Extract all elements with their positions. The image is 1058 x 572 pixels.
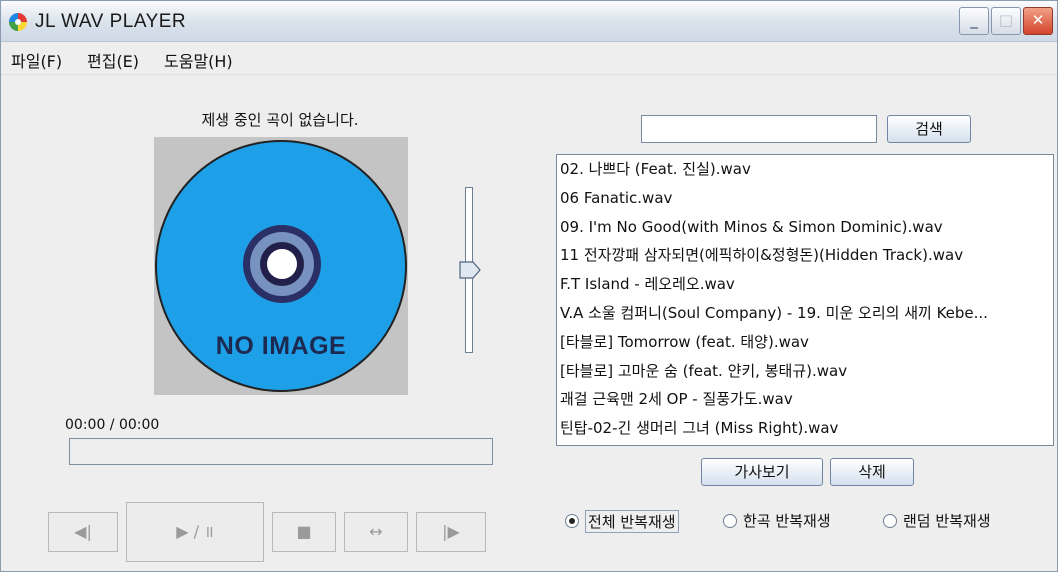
menu-help[interactable]: 도움말(H)	[164, 48, 233, 72]
search-input[interactable]	[641, 115, 877, 143]
radio-circle[interactable]	[723, 514, 737, 528]
maximize-button[interactable]: □	[991, 7, 1021, 35]
radio-label-repeat-one: 한곡 반복재생	[743, 512, 831, 530]
play-pause-button[interactable]: ▶ / ॥	[126, 502, 264, 562]
radio-selected-dot	[569, 518, 575, 524]
playlist-item[interactable]: [타블로] 고마운 숨 (feat. 얀키, 봉태규).wav	[557, 357, 1053, 386]
album-art: NO IMAGE	[154, 137, 408, 395]
next-button[interactable]: |▶	[416, 512, 486, 552]
app-logo-icon	[9, 13, 27, 31]
repeat-toggle-button[interactable]: ↔	[344, 512, 408, 552]
menu-bar: 파일(F) 편집(E) 도움말(H)	[1, 42, 1057, 75]
title-bar[interactable]: JL WAV PLAYER _ □ ✕	[1, 1, 1057, 42]
volume-slider-thumb[interactable]	[459, 261, 481, 279]
search-button[interactable]: 검색	[887, 115, 971, 143]
now-playing-status: 제생 중인 곡이 없습니다.	[201, 111, 359, 129]
playlist-item[interactable]: V.A 소울 컴퍼니(Soul Company) - 19. 미운 오리의 새끼…	[557, 299, 1053, 328]
time-display: 00:00 / 00:00	[65, 417, 160, 433]
next-icon: |▶	[442, 522, 460, 541]
cd-disc-icon: NO IMAGE	[155, 140, 407, 392]
menu-file[interactable]: 파일(F)	[11, 48, 62, 72]
playlist-item[interactable]: 02. 나쁘다 (Feat. 진실).wav	[557, 155, 1053, 184]
previous-button[interactable]: ◀|	[48, 512, 118, 552]
repeat-icon: ↔	[369, 522, 383, 541]
playlist-item[interactable]: 09. I'm No Good(with Minos & Simon Domin…	[557, 213, 1053, 242]
playlist[interactable]: 02. 나쁘다 (Feat. 진실).wav 06 Fanatic.wav 09. …	[556, 154, 1054, 446]
previous-icon: ◀|	[74, 522, 92, 541]
delete-button[interactable]: 삭제	[830, 458, 914, 486]
radio-label-repeat-random: 랜덤 반복재생	[903, 512, 991, 530]
playlist-item[interactable]: [타블로] Tomorrow (feat. 태양).wav	[557, 328, 1053, 357]
window-title: JL WAV PLAYER	[35, 11, 187, 32]
menu-edit[interactable]: 편집(E)	[87, 48, 139, 72]
app-window: JL WAV PLAYER _ □ ✕ 파일(F) 편집(E) 도움말(H) 제…	[0, 0, 1058, 572]
radio-circle[interactable]	[565, 514, 579, 528]
no-image-label: NO IMAGE	[215, 332, 347, 360]
playlist-item[interactable]: 06 Fanatic.wav	[557, 184, 1053, 213]
play-pause-icon: ▶ / ॥	[176, 522, 214, 541]
radio-circle[interactable]	[883, 514, 897, 528]
minimize-button[interactable]: _	[959, 7, 989, 35]
playlist-item[interactable]: 11 전자깡패 삼자되면(에픽하이&정형돈)(Hidden Track).wav	[557, 241, 1053, 270]
stop-button[interactable]: ■	[272, 512, 336, 552]
radio-label-repeat-all: 전체 반복재생	[585, 510, 679, 533]
playlist-item[interactable]: F.T Island - 레오레오.wav	[557, 270, 1053, 299]
playlist-item[interactable]: 틴탑-02-긴 생머리 그녀 (Miss Right).wav	[557, 414, 1053, 443]
lyrics-button[interactable]: 가사보기	[701, 458, 823, 486]
close-button[interactable]: ✕	[1023, 7, 1053, 35]
stop-icon: ■	[296, 522, 312, 541]
playlist-item[interactable]: 괘걸 근육맨 2세 OP - 질풍가도.wav	[557, 385, 1053, 414]
progress-bar[interactable]	[69, 438, 493, 465]
